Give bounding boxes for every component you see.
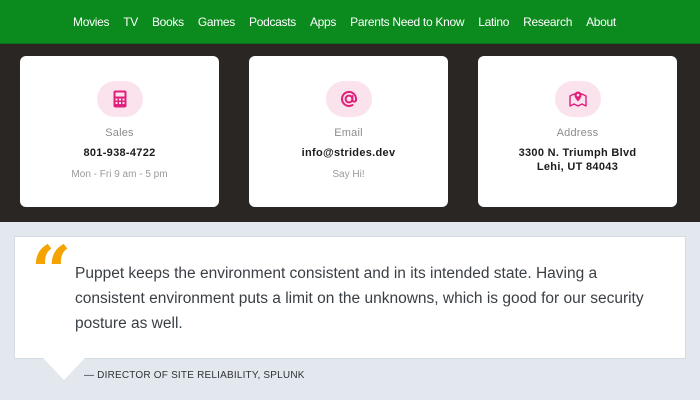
address-text: 3300 N. Triumph Blvd Lehi, UT 84043 bbox=[478, 146, 677, 174]
nav-item-research[interactable]: Research bbox=[523, 15, 572, 29]
at-sign-icon bbox=[325, 81, 372, 117]
nav-item-books[interactable]: Books bbox=[152, 15, 184, 29]
testimonial-quote: “ Puppet keeps the environment consisten… bbox=[14, 236, 686, 359]
email-address[interactable]: info@strides.dev bbox=[249, 146, 448, 160]
nav-item-latino[interactable]: Latino bbox=[478, 15, 509, 29]
calculator-icon bbox=[96, 81, 143, 117]
top-navigation: Movies TV Books Games Podcasts Apps Pare… bbox=[0, 0, 700, 44]
email-card: Email info@strides.dev Say Hi! bbox=[249, 56, 448, 207]
quote-mark-icon: “ bbox=[31, 230, 72, 313]
nav-item-tv[interactable]: TV bbox=[123, 15, 138, 29]
email-label: Email bbox=[334, 127, 363, 139]
nav-item-movies[interactable]: Movies bbox=[73, 15, 110, 29]
quote-text: Puppet keeps the environment consistent … bbox=[75, 265, 644, 332]
sales-label: Sales bbox=[105, 127, 134, 139]
sales-hours: Mon - Fri 9 am - 5 pm bbox=[71, 169, 168, 180]
sales-phone[interactable]: 801-938-4722 bbox=[20, 146, 219, 160]
nav-item-podcasts[interactable]: Podcasts bbox=[249, 15, 296, 29]
address-card: Address 3300 N. Triumph Blvd Lehi, UT 84… bbox=[478, 56, 677, 207]
map-pin-icon bbox=[554, 81, 601, 117]
email-greeting: Say Hi! bbox=[332, 169, 365, 180]
nav-item-games[interactable]: Games bbox=[198, 15, 235, 29]
address-label: Address bbox=[556, 127, 599, 139]
address-line-1: 3300 N. Triumph Blvd bbox=[518, 147, 637, 159]
contact-section: Sales 801-938-4722 Mon - Fri 9 am - 5 pm… bbox=[0, 44, 700, 222]
nav-item-about[interactable]: About bbox=[586, 15, 616, 29]
nav-item-parents-need-to-know[interactable]: Parents Need to Know bbox=[350, 15, 464, 29]
quote-pointer bbox=[43, 358, 85, 380]
quote-attribution: — DIRECTOR OF SITE RELIABILITY, SPLUNK bbox=[84, 370, 305, 381]
sales-card: Sales 801-938-4722 Mon - Fri 9 am - 5 pm bbox=[20, 56, 219, 207]
nav-list: Movies TV Books Games Podcasts Apps Pare… bbox=[0, 0, 700, 44]
nav-item-apps[interactable]: Apps bbox=[310, 15, 336, 29]
address-line-2: Lehi, UT 84043 bbox=[536, 161, 619, 173]
